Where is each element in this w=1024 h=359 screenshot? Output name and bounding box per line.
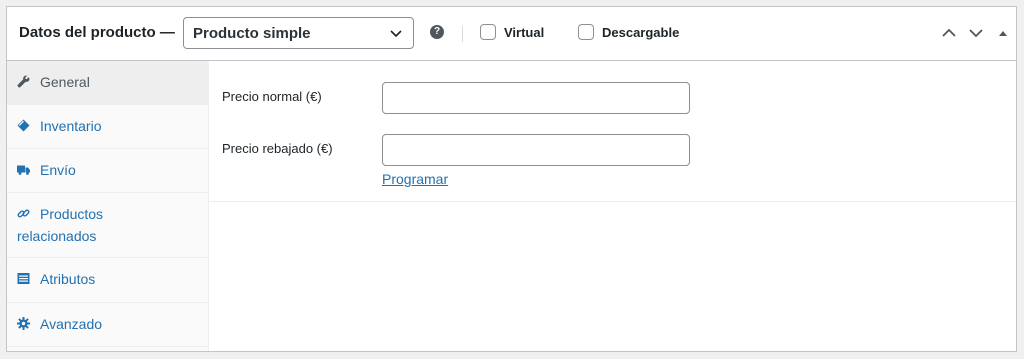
tab-general[interactable]: General <box>7 61 208 105</box>
product-type-value: Producto simple <box>193 25 311 42</box>
tab-shipping[interactable]: Envío <box>7 149 208 193</box>
question-circle-icon[interactable]: ? <box>430 25 444 39</box>
tab-shipping-label: Envío <box>40 162 76 178</box>
tab-attributes-label: Atributos <box>40 271 96 287</box>
product-type-select[interactable]: Producto simple <box>183 17 414 49</box>
general-panel: Precio normal (€) Precio rebajado (€) Pr… <box>209 61 1016 202</box>
product-tabs: General Inventario Envío Productos relac… <box>7 61 209 351</box>
collapse-toggle-icon[interactable] <box>994 25 1012 41</box>
regular-price-input[interactable] <box>382 82 690 114</box>
tab-advanced-label: Avanzado <box>40 316 103 332</box>
product-data-panel: Datos del producto — Producto simple ? V… <box>6 6 1017 352</box>
tab-advanced[interactable]: Avanzado <box>7 303 208 347</box>
gear-icon <box>17 317 30 330</box>
wrench-icon <box>17 75 30 88</box>
tab-general-label: General <box>40 74 90 90</box>
panel-header: Datos del producto — Producto simple ? V… <box>7 7 1016 61</box>
list-icon <box>17 273 30 284</box>
tab-inventory[interactable]: Inventario <box>7 105 208 149</box>
downloadable-label[interactable]: Descargable <box>602 25 679 40</box>
tab-linked-products-label: Productos relacionados <box>17 206 104 244</box>
header-divider <box>462 26 463 42</box>
truck-icon <box>17 165 30 175</box>
move-up-icon[interactable] <box>940 25 958 41</box>
tab-inventory-label: Inventario <box>40 118 102 134</box>
virtual-checkbox[interactable] <box>480 24 496 40</box>
schedule-link[interactable]: Programar <box>382 171 448 187</box>
regular-price-label: Precio normal (€) <box>222 89 322 104</box>
tab-attributes[interactable]: Atributos <box>7 258 208 303</box>
downloadable-checkbox[interactable] <box>578 24 594 40</box>
sale-price-input[interactable] <box>382 134 690 166</box>
tag-icon <box>17 119 30 132</box>
panel-title: Datos del producto — <box>19 24 175 41</box>
virtual-label[interactable]: Virtual <box>504 25 544 40</box>
sale-price-label: Precio rebajado (€) <box>222 141 333 156</box>
move-down-icon[interactable] <box>967 25 985 41</box>
tab-linked-products[interactable]: Productos relacionados <box>7 193 208 258</box>
chevron-down-icon <box>390 30 402 38</box>
